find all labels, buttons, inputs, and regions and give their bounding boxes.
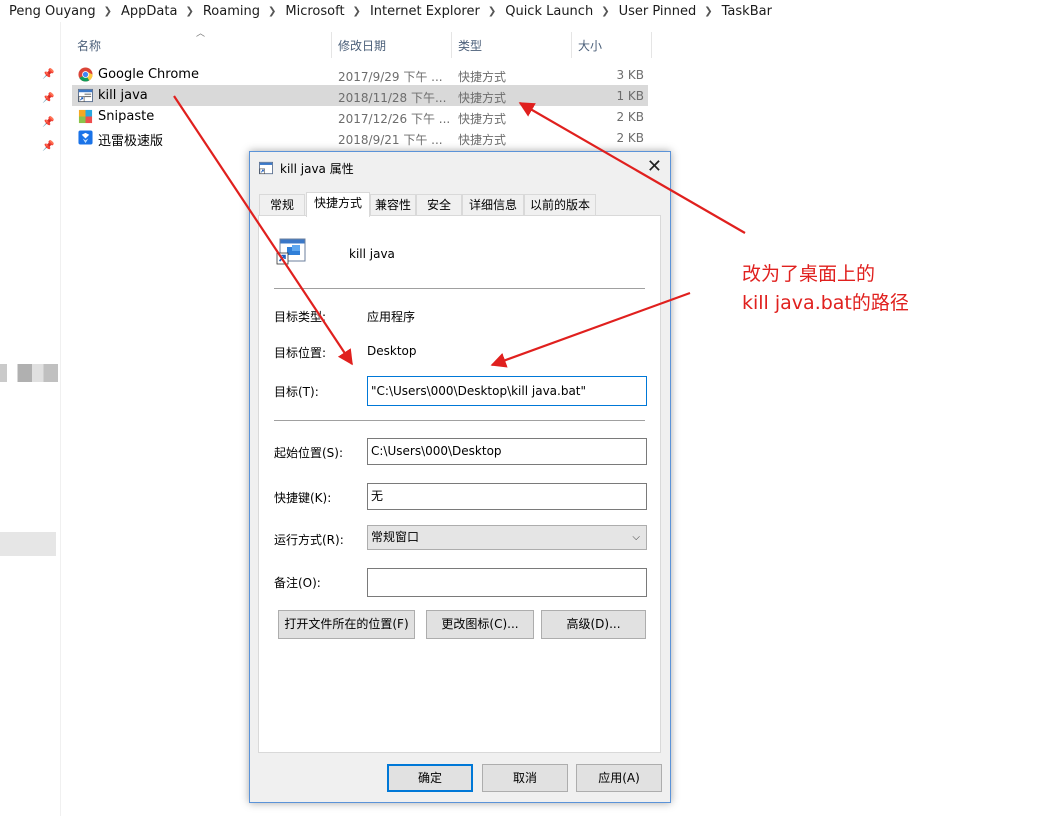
breadcrumb: Peng Ouyang ❯ AppData ❯ Roaming ❯ Micros… bbox=[0, 0, 1054, 22]
divider bbox=[274, 420, 645, 421]
file-type: 快捷方式 bbox=[458, 70, 507, 84]
cancel-button[interactable]: 取消 bbox=[482, 764, 568, 792]
open-file-location-button[interactable]: 打开文件所在的位置(F) bbox=[278, 610, 415, 639]
snipaste-icon bbox=[78, 109, 93, 124]
file-name: 迅雷极速版 bbox=[98, 134, 164, 149]
breadcrumb-item[interactable]: Microsoft bbox=[276, 4, 344, 19]
run-select[interactable]: 常规窗口 ⌵ bbox=[367, 525, 647, 550]
advanced-button[interactable]: 高级(D)... bbox=[541, 610, 646, 639]
file-name: Google Chrome bbox=[98, 67, 199, 82]
pin-icon: 📌 bbox=[42, 93, 55, 104]
file-modified: 2017/12/26 下午 ... bbox=[338, 112, 451, 126]
comment-label: 备注(O): bbox=[274, 576, 321, 590]
tab-security[interactable]: 安全 bbox=[416, 194, 462, 215]
chevron-right-icon[interactable]: ❯ bbox=[345, 6, 361, 17]
run-select-value: 常规窗口 bbox=[371, 530, 420, 544]
tab-details[interactable]: 详细信息 bbox=[462, 194, 524, 215]
column-header-name[interactable]: 名称 bbox=[77, 32, 327, 58]
breadcrumb-item[interactable]: AppData bbox=[112, 4, 177, 19]
column-header-modified[interactable]: 修改日期 bbox=[338, 32, 448, 58]
breadcrumb-item[interactable]: Internet Explorer bbox=[361, 4, 480, 19]
file-size: 2 KB bbox=[616, 131, 644, 145]
blurred-nav-item[interactable] bbox=[0, 364, 58, 382]
dialog-title: kill java 属性 bbox=[280, 162, 354, 176]
ok-button[interactable]: 确定 bbox=[387, 764, 473, 792]
file-type: 快捷方式 bbox=[458, 133, 507, 147]
pin-icon: 📌 bbox=[42, 141, 55, 152]
file-size: 2 KB bbox=[616, 110, 644, 124]
close-icon[interactable]: ✕ bbox=[647, 156, 662, 177]
column-divider[interactable] bbox=[571, 32, 572, 58]
file-size: 3 KB bbox=[616, 68, 644, 82]
target-location-label: 目标位置: bbox=[274, 346, 327, 360]
column-divider[interactable] bbox=[651, 32, 652, 58]
file-type: 快捷方式 bbox=[458, 91, 507, 105]
tab-previous-versions[interactable]: 以前的版本 bbox=[524, 194, 596, 215]
column-header-label: 类型 bbox=[458, 38, 483, 53]
hotkey-input[interactable]: 无 bbox=[367, 483, 647, 510]
file-name: Snipaste bbox=[98, 109, 155, 124]
large-shortcut-icon bbox=[276, 238, 306, 265]
shortcut-icon bbox=[78, 88, 93, 103]
file-row[interactable]: Google Chrome 2017/9/29 下午 ... 快捷方式 3 KB bbox=[72, 64, 648, 85]
chevron-down-icon: ⌵ bbox=[632, 532, 640, 543]
file-modified: 2018/9/21 下午 ... bbox=[338, 133, 443, 147]
target-type-label: 目标类型: bbox=[274, 310, 327, 324]
xunlei-icon bbox=[78, 130, 93, 145]
chevron-right-icon[interactable]: ❯ bbox=[260, 6, 276, 17]
column-header-label: 大小 bbox=[578, 38, 603, 53]
properties-dialog: kill java 属性 ✕ 常规 快捷方式 兼容性 安全 详细信息 以前的版本… bbox=[249, 151, 671, 803]
divider bbox=[274, 288, 645, 289]
file-modified: 2018/11/28 下午... bbox=[338, 91, 447, 105]
file-size: 1 KB bbox=[616, 89, 644, 103]
chevron-right-icon[interactable]: ❯ bbox=[96, 6, 112, 17]
target-location-value: Desktop bbox=[367, 344, 417, 358]
file-type: 快捷方式 bbox=[458, 112, 507, 126]
breadcrumb-item[interactable]: Peng Ouyang bbox=[0, 4, 96, 19]
tab-compatibility[interactable]: 兼容性 bbox=[370, 194, 416, 215]
comment-input[interactable] bbox=[367, 568, 647, 597]
shortcut-icon bbox=[259, 161, 273, 175]
run-label: 运行方式(R): bbox=[274, 533, 344, 547]
column-header-type[interactable]: 类型 bbox=[458, 32, 568, 58]
file-row[interactable]: Snipaste 2017/12/26 下午 ... 快捷方式 2 KB bbox=[72, 106, 648, 127]
column-header-size[interactable]: 大小 bbox=[578, 32, 648, 58]
column-divider[interactable] bbox=[331, 32, 332, 58]
file-row-selected[interactable]: kill java 2018/11/28 下午... 快捷方式 1 KB bbox=[72, 85, 648, 106]
target-type-value: 应用程序 bbox=[367, 310, 416, 324]
annotation-text: 改为了桌面上的 kill java.bat的路径 bbox=[742, 260, 909, 318]
column-divider[interactable] bbox=[451, 32, 452, 58]
chevron-right-icon[interactable]: ❯ bbox=[480, 6, 496, 17]
chevron-right-icon[interactable]: ❯ bbox=[593, 6, 609, 17]
breadcrumb-item[interactable]: TaskBar bbox=[713, 4, 772, 19]
pin-icon: 📌 bbox=[42, 69, 55, 80]
start-in-label: 起始位置(S): bbox=[274, 446, 344, 460]
shortcut-tab-panel: kill java 目标类型: 应用程序 目标位置: Desktop 目标(T)… bbox=[258, 215, 661, 753]
breadcrumb-item[interactable]: User Pinned bbox=[610, 4, 697, 19]
tab-shortcut[interactable]: 快捷方式 bbox=[306, 192, 370, 217]
chrome-icon bbox=[78, 67, 93, 82]
breadcrumb-item[interactable]: Quick Launch bbox=[496, 4, 593, 19]
breadcrumb-item[interactable]: Roaming bbox=[194, 4, 260, 19]
target-input[interactable]: "C:\Users\000\Desktop\kill java.bat" bbox=[367, 376, 647, 406]
annotation-line: 改为了桌面上的 bbox=[742, 263, 876, 285]
change-icon-button[interactable]: 更改图标(C)... bbox=[426, 610, 534, 639]
column-header-label: 名称 bbox=[77, 38, 102, 53]
pin-icon: 📌 bbox=[42, 117, 55, 128]
file-name: kill java bbox=[98, 88, 148, 103]
hotkey-label: 快捷键(K): bbox=[274, 491, 332, 505]
start-in-input[interactable]: C:\Users\000\Desktop bbox=[367, 438, 647, 465]
file-row[interactable]: 迅雷极速版 2018/9/21 下午 ... 快捷方式 2 KB bbox=[72, 127, 648, 149]
navigation-pane[interactable]: 📌 📌 📌 📌 bbox=[0, 22, 61, 816]
annotation-line: kill java.bat的路径 bbox=[742, 292, 909, 314]
chevron-right-icon[interactable]: ❯ bbox=[696, 6, 712, 17]
shortcut-name: kill java bbox=[349, 247, 395, 261]
chevron-right-icon[interactable]: ❯ bbox=[177, 6, 193, 17]
tab-general[interactable]: 常规 bbox=[259, 194, 305, 215]
apply-button[interactable]: 应用(A) bbox=[576, 764, 662, 792]
blurred-nav-item[interactable] bbox=[0, 532, 56, 556]
target-label: 目标(T): bbox=[274, 385, 319, 399]
file-modified: 2017/9/29 下午 ... bbox=[338, 70, 443, 84]
column-header-label: 修改日期 bbox=[338, 38, 387, 53]
